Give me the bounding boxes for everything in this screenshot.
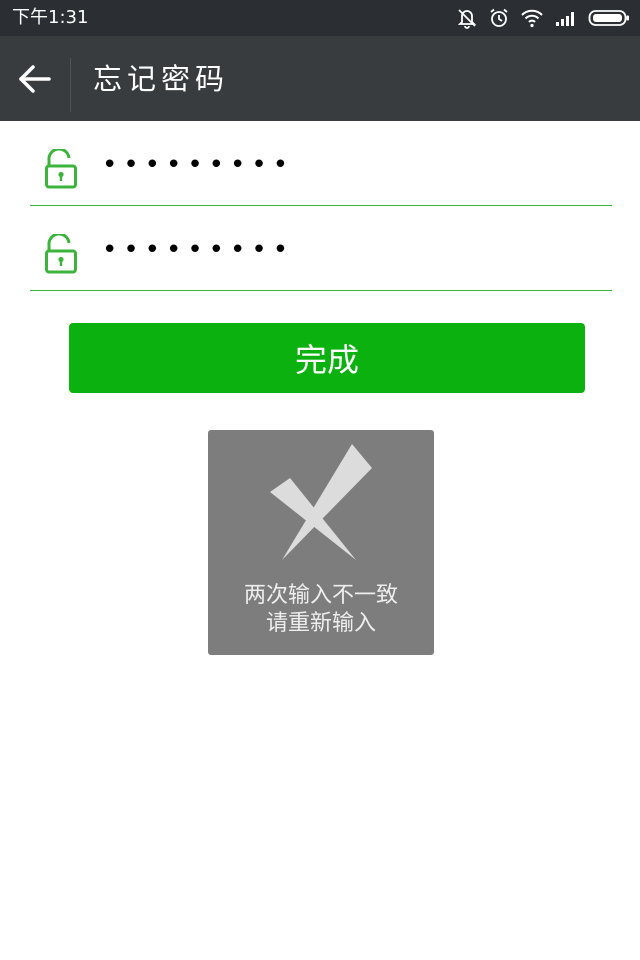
toast-line-2: 请重新输入 (265, 611, 376, 636)
battery-icon (588, 7, 630, 29)
done-button[interactable]: 完成 (69, 323, 585, 393)
title-divider (70, 58, 71, 112)
signal-icon (554, 7, 578, 29)
error-toast: 两次输入不一致 请重新输入 (208, 430, 434, 655)
confirm-password-field-row (30, 206, 612, 291)
password-field-row (30, 121, 612, 206)
page-title: 忘记密码 (93, 62, 230, 96)
confirm-password-input[interactable] (102, 226, 592, 274)
toast-line-1: 两次输入不一致 (243, 583, 398, 608)
mute-icon (456, 7, 478, 29)
arrow-left-icon (19, 64, 51, 93)
back-button[interactable] (0, 36, 70, 121)
alarm-icon (488, 7, 510, 29)
status-icons (456, 7, 630, 29)
unlock-icon (45, 149, 77, 189)
status-time: 下午1:31 (12, 7, 89, 28)
status-bar: 下午1:31 (0, 0, 640, 36)
wifi-icon (520, 7, 544, 29)
title-bar: 忘记密码 (0, 36, 640, 121)
unlock-icon (45, 234, 77, 274)
cross-icon (270, 444, 372, 560)
password-input[interactable] (102, 141, 592, 189)
toast-message: 两次输入不一致 请重新输入 (208, 582, 434, 638)
